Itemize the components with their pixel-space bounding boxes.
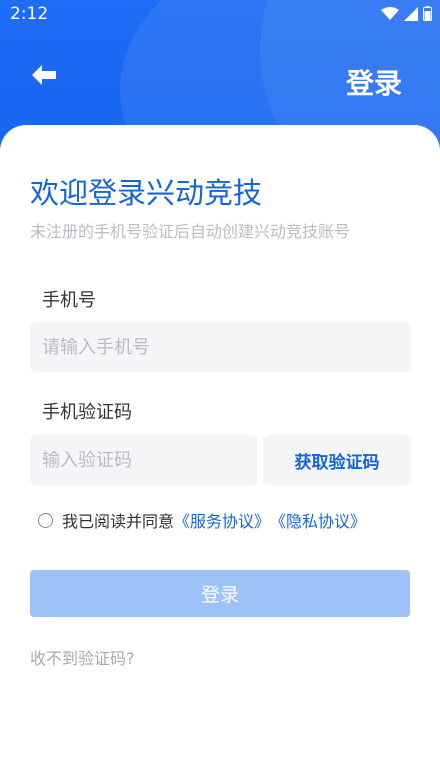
header-title: 登录 (345, 67, 402, 100)
phone-label: 手机号 (42, 290, 96, 311)
phone-input[interactable] (30, 322, 411, 372)
battery-icon (423, 6, 432, 25)
login-button[interactable]: 登录 (30, 570, 410, 617)
agree-checkbox[interactable] (38, 512, 53, 528)
privacy-agreement-link[interactable]: 《隐私协议》 (270, 508, 366, 532)
get-code-button[interactable]: 获取验证码 (263, 435, 411, 485)
back-arrow-icon[interactable] (30, 62, 66, 92)
agreement-row: 我已阅读并同意 《服务协议》 《隐私协议》 (38, 508, 366, 532)
signal-icon (404, 6, 418, 25)
welcome-title: 欢迎登录兴动竞技 (30, 176, 263, 210)
welcome-subtitle: 未注册的手机号验证后自动创建兴动竞技账号 (30, 222, 351, 241)
code-input[interactable] (30, 435, 258, 485)
status-icons (381, 6, 432, 25)
no-code-link[interactable]: 收不到验证码? (30, 645, 135, 669)
agreement-text: 我已阅读并同意 (62, 512, 175, 531)
status-time: 2:12 (10, 4, 49, 24)
wifi-icon (381, 6, 399, 25)
code-label: 手机验证码 (42, 402, 132, 423)
service-agreement-link[interactable]: 《服务协议》 (174, 508, 270, 532)
status-bar: 2:12 (0, 0, 440, 30)
